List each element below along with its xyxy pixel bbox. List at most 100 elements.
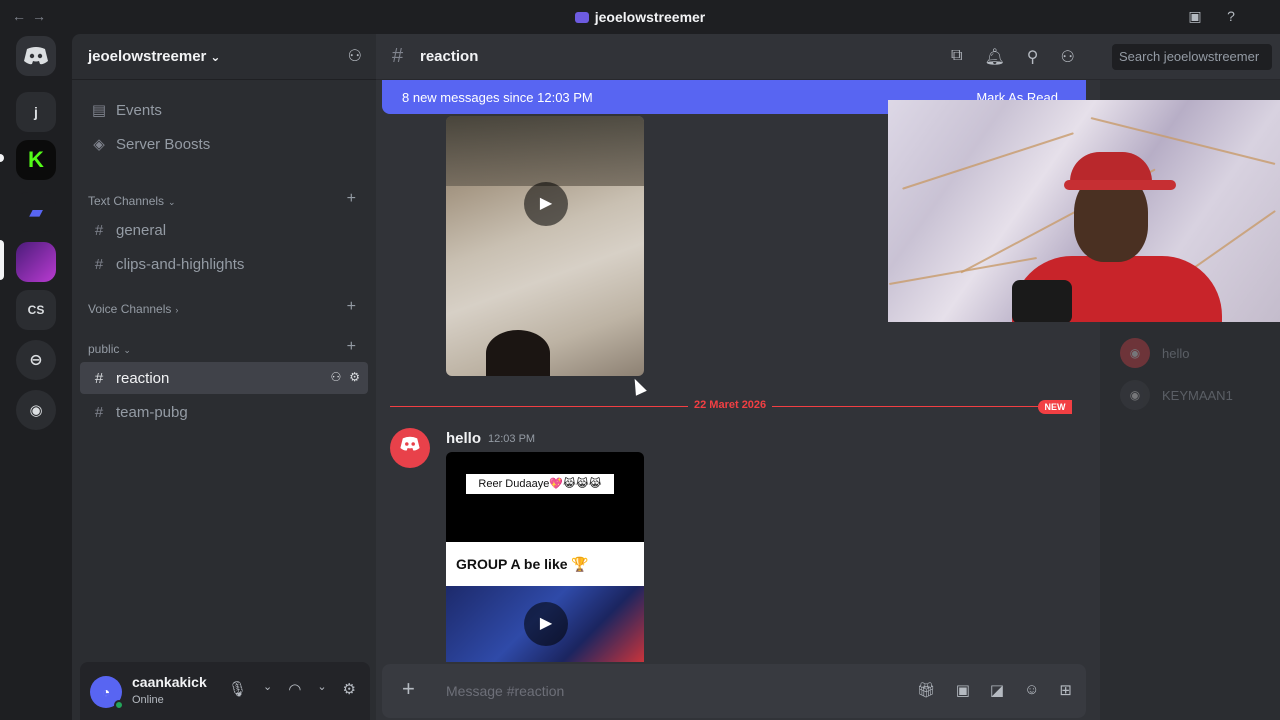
apps-icon[interactable]: ⊞ <box>1059 681 1072 699</box>
channel-reaction[interactable]: # reaction ⚇ ⚙ <box>80 362 368 394</box>
invite-icon[interactable]: ⚇ <box>330 370 341 384</box>
discover-icon[interactable]: ⊖ <box>16 340 56 380</box>
meme-caption-band: GROUP A be like 🏆 <box>446 542 644 586</box>
channel-actions: ⚇ ⚙ <box>330 370 360 384</box>
members-icon[interactable]: ⚇ <box>1060 47 1074 67</box>
gear-icon[interactable]: ⚙ <box>343 680 356 698</box>
hash-icon: # <box>94 221 104 239</box>
streamer-cap-brim <box>1064 180 1176 190</box>
gear-icon[interactable]: ⚙ <box>349 370 360 384</box>
title-bar: ←→ jeoelowstreemer ▣ ? <box>0 0 1280 34</box>
window-title-text: jeoelowstreemer <box>594 9 706 25</box>
user-panel: ◔ caankakick Online 🎙 ⌄ ◠ ⌄ ⚙ <box>80 662 370 720</box>
invite-icon[interactable]: ⚇ <box>348 46 362 66</box>
message-avatar[interactable] <box>390 428 430 468</box>
gift-icon[interactable]: 🎁︎ <box>917 681 936 699</box>
play-icon[interactable]: ▶ <box>524 602 568 646</box>
gif-icon[interactable]: ▣ <box>956 681 970 699</box>
message-timestamp: 12:03 PM <box>488 433 536 445</box>
server-rail: j K ▰ CS ⊖ ◉ <box>0 34 72 720</box>
hash-icon: # <box>94 255 104 273</box>
category-text-channels[interactable]: Text Channels ⌄ <box>88 194 176 208</box>
channel-header: # reaction ⧉ 🔔︎ ⚲ ⚇ Search jeoelowstreem… <box>376 34 1280 80</box>
add-channel-icon[interactable]: + <box>347 190 356 208</box>
play-icon[interactable]: ▶ <box>524 182 568 226</box>
help-icon[interactable]: ? <box>1222 7 1240 25</box>
server-j[interactable]: j <box>16 92 56 132</box>
video-attachment[interactable]: ▶ <box>446 116 644 376</box>
meme-caption-top: Reer Dudaaye💖😹😹😹 <box>466 474 614 494</box>
channel-reaction-label: reaction <box>116 369 170 387</box>
headphones-icon[interactable]: ◠ <box>288 680 301 698</box>
video-thumbnail-top <box>446 116 644 186</box>
inbox-icon[interactable]: ▣ <box>1186 7 1204 25</box>
chevron-right-icon: › <box>175 305 179 315</box>
mouse-cursor <box>629 376 647 396</box>
events-row[interactable]: ▤ Events <box>80 94 368 126</box>
server-j-label: j <box>34 104 38 120</box>
username: caankakick <box>132 674 207 690</box>
window-title: jeoelowstreemer <box>0 9 1280 25</box>
video-thumbnail-figure <box>486 330 550 376</box>
guild-header[interactable]: jeoelowstreemer ⌄ ⚇ <box>72 34 376 80</box>
add-channel-icon[interactable]: + <box>347 298 356 316</box>
guild-name: jeoelowstreemer ⌄ <box>88 48 220 65</box>
new-badge: NEW <box>1038 400 1072 414</box>
message-input[interactable]: Message #reaction <box>446 683 564 699</box>
add-attachment-icon[interactable]: + <box>402 678 424 700</box>
folder-icon[interactable]: ▰ <box>16 192 56 232</box>
chevron-down-icon: ⌄ <box>123 345 131 355</box>
boosts-label: Server Boosts <box>116 135 211 153</box>
member-avatar: ◉ <box>1120 338 1150 368</box>
kick-icon[interactable]: K <box>16 140 56 180</box>
message-author[interactable]: hello <box>446 430 481 447</box>
chevron-down-icon[interactable]: ⌄ <box>317 680 326 698</box>
user-controls: 🎙 ⌄ ◠ ⌄ ⚙ <box>228 680 356 698</box>
server-boosts-row[interactable]: ◈ Server Boosts <box>80 128 368 160</box>
channel-pubg-label: team-pubg <box>116 403 188 421</box>
divider-date: 22 Maret 2026 <box>688 399 773 411</box>
member-item[interactable]: ◉ KEYMAAN1 <box>1120 380 1270 412</box>
download-icon[interactable]: ◉ <box>16 390 56 430</box>
microphone <box>1012 280 1072 322</box>
selected-pill <box>0 240 4 280</box>
webcam-overlay <box>888 100 1280 322</box>
status-online-dot <box>114 700 124 710</box>
streamer <box>1012 152 1222 322</box>
server-cs-label: CS <box>27 303 45 317</box>
member-item[interactable]: ◉ hello <box>1120 338 1270 370</box>
server-cs[interactable]: CS <box>16 290 56 330</box>
header-icons: ⧉ 🔔︎ ⚲ ⚇ <box>951 47 1075 67</box>
composer-icons: 🎁︎ ▣ ◪ ☺ ⊞ <box>917 681 1072 699</box>
bell-icon[interactable]: 🔔︎ <box>984 47 1004 67</box>
server-avatar[interactable] <box>16 242 56 282</box>
threads-icon[interactable]: ⧉ <box>951 47 962 67</box>
discord-home-icon[interactable] <box>16 36 56 76</box>
chevron-down-icon[interactable]: ⌄ <box>263 680 272 698</box>
sticker-icon[interactable]: ◪ <box>990 681 1004 699</box>
hash-icon: # <box>94 369 104 387</box>
guild-name-text: jeoelowstreemer <box>88 48 207 65</box>
emoji-icon[interactable]: ☺ <box>1024 681 1039 699</box>
channel-general[interactable]: # general <box>80 214 368 246</box>
category-voice-label: Voice Channels <box>88 302 172 316</box>
channel-clips-and-highlights[interactable]: # clips-and-highlights <box>80 248 368 280</box>
microphone-icon[interactable]: 🎙 <box>228 680 247 698</box>
category-text-label: Text Channels <box>88 194 165 208</box>
search-input[interactable]: Search jeoelowstreemer <box>1112 44 1272 70</box>
category-voice-channels[interactable]: Voice Channels › <box>88 302 178 316</box>
calendar-icon: ▤ <box>91 102 107 119</box>
unread-pill <box>0 154 4 162</box>
hash-icon: # <box>392 45 404 67</box>
add-channel-icon[interactable]: + <box>347 338 356 356</box>
pin-icon[interactable]: ⚲ <box>1027 47 1039 67</box>
member-name: hello <box>1162 346 1190 361</box>
message-composer[interactable]: + Message #reaction 🎁︎ ▣ ◪ ☺ ⊞ <box>382 664 1086 718</box>
category-public[interactable]: public ⌄ <box>88 342 131 356</box>
video-attachment[interactable]: Reer Dudaaye💖😹😹😹 GROUP A be like 🏆 ▶ <box>446 452 644 662</box>
boost-icon: ◈ <box>93 136 105 153</box>
channel-team-pubg[interactable]: # team-pubg <box>80 396 368 428</box>
titlebar-icons: ▣ ? <box>1186 7 1240 25</box>
channel-title: reaction <box>420 48 479 65</box>
category-public-label: public <box>88 342 120 356</box>
